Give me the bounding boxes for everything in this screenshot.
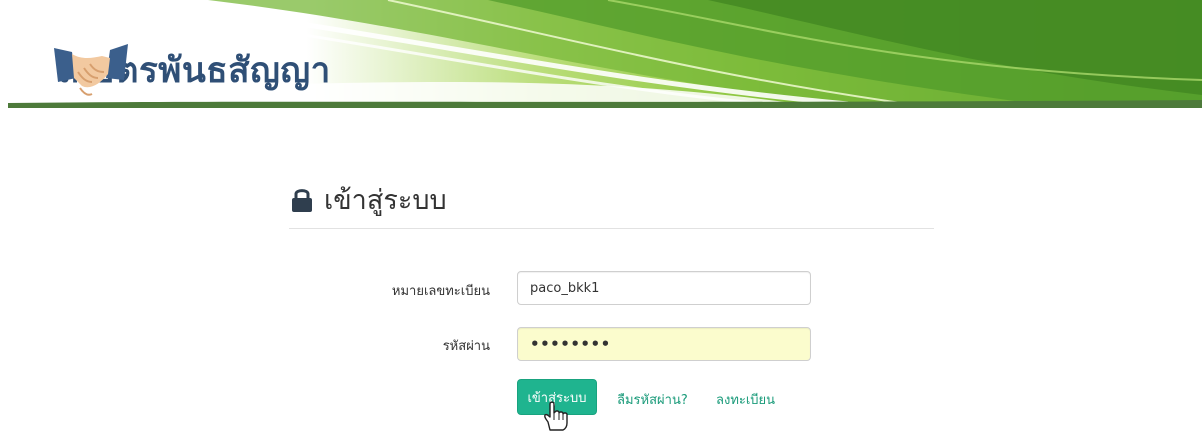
register-link[interactable]: ลงทะเบียน (716, 389, 775, 410)
username-label: หมายเลขทะเบียน (391, 284, 490, 299)
handshake-icon (54, 44, 128, 96)
password-label: รหัสผ่าน (442, 339, 490, 354)
lock-icon (292, 189, 312, 212)
username-input[interactable]: paco_bkk1 (517, 271, 811, 305)
hand-pointer-icon (544, 401, 568, 431)
header-banner: เกษตรพันธสัญญา (8, 0, 1202, 108)
password-input[interactable]: •••••••• (517, 327, 811, 361)
login-heading: เข้าสู่ระบบ (289, 172, 934, 229)
page-title: เข้าสู่ระบบ (324, 184, 447, 216)
forgot-password-link[interactable]: ลืมรหัสผ่าน? (617, 389, 688, 410)
brand: เกษตรพันธสัญญา (52, 38, 331, 102)
